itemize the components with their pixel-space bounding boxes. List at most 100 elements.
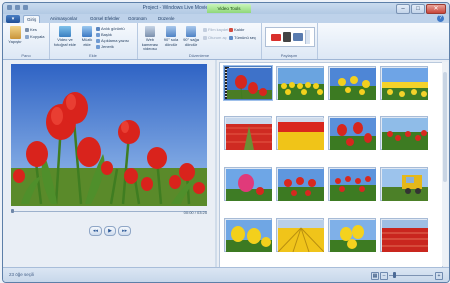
rotate-left-icon xyxy=(166,26,176,37)
previous-frame-button[interactable]: ◂◂ xyxy=(89,226,102,236)
cut-button[interactable]: Kes xyxy=(25,27,37,32)
tulips-preview-image xyxy=(11,64,207,206)
webcam-video-button[interactable]: Web kamerası videosu xyxy=(139,26,161,52)
group-label-editing: Düzenleme xyxy=(188,53,210,58)
contextual-tab-video-tools[interactable]: Video Tools xyxy=(207,4,251,13)
quick-access-toolbar xyxy=(7,5,28,10)
help-icon[interactable]: ? xyxy=(437,15,444,22)
clip-thumbnail[interactable] xyxy=(328,167,376,201)
camera-icon xyxy=(96,26,100,31)
group-share: Paylaşım xyxy=(261,23,318,59)
zoom-control: ▦ – + xyxy=(371,272,443,280)
caption-button[interactable]: Açıklama yazısı xyxy=(96,38,129,43)
clip-thumbnail[interactable] xyxy=(224,218,272,252)
zoom-slider-thumb[interactable] xyxy=(393,272,396,278)
playback-controls: ◂◂ ▶ ▸▸ xyxy=(89,226,132,236)
add-music-button[interactable]: Müzik ekle xyxy=(79,26,95,47)
monitor-icon[interactable] xyxy=(292,33,303,41)
tab-animations[interactable]: Animasyonlar xyxy=(47,15,80,23)
scrollbar-thumb[interactable] xyxy=(443,72,447,182)
clip-thumbnail[interactable] xyxy=(224,167,272,201)
clip-thumbnail[interactable] xyxy=(380,116,428,150)
rotate-left-button[interactable]: 90° sola döndür xyxy=(161,26,181,47)
clip-thumbnail[interactable] xyxy=(328,66,376,100)
group-editing: Web kamerası videosu 90° sola döndür 90°… xyxy=(137,23,262,59)
ribbon-tabs: ▾ Giriş Animasyonlar Görsel Efektler Gör… xyxy=(3,14,449,24)
clip-thumbnail[interactable] xyxy=(380,167,428,201)
clip-thumbnail[interactable] xyxy=(380,218,428,252)
save-movie-button[interactable]: Film kaydet xyxy=(203,27,228,32)
clip-thumbnail[interactable] xyxy=(276,66,324,100)
video-preview[interactable] xyxy=(11,64,207,206)
clipboard-icon xyxy=(9,26,21,39)
zoom-out-icon[interactable]: – xyxy=(380,272,388,280)
clip-thumbnail[interactable] xyxy=(276,116,324,150)
pane-splitter[interactable] xyxy=(215,60,217,267)
person-icon xyxy=(203,35,207,40)
group-label-add: Ekle xyxy=(89,53,97,58)
youtube-icon[interactable] xyxy=(270,33,281,41)
main-area: 00:00 / 03:25 ◂◂ ▶ ▸▸ xyxy=(3,60,449,268)
rotate-right-icon xyxy=(186,26,196,37)
clip-thumbnail[interactable] xyxy=(276,218,324,252)
scissors-icon xyxy=(25,27,29,32)
zoom-in-icon[interactable]: + xyxy=(435,272,443,280)
paste-button[interactable]: Yapıştır xyxy=(6,26,24,45)
tab-edit[interactable]: Düzenle xyxy=(155,15,178,23)
add-videos-button[interactable]: Video ve fotoğraf ekle xyxy=(51,26,79,47)
group-label-clipboard: Pano xyxy=(21,53,31,58)
webcam-icon xyxy=(145,26,155,37)
clip-thumbnail[interactable] xyxy=(328,116,376,150)
sign-in-button[interactable]: Oturum aç xyxy=(203,35,227,40)
status-text: 23 öğe seçili xyxy=(9,272,35,277)
title-button[interactable]: Başlık xyxy=(96,32,112,37)
window-controls: – □ ✕ xyxy=(396,4,446,14)
minimize-button[interactable]: – xyxy=(396,4,410,14)
close-button[interactable]: ✕ xyxy=(426,4,446,14)
select-all-button[interactable]: Tümünü seç xyxy=(229,35,256,40)
music-note-icon xyxy=(82,26,92,37)
remove-button[interactable]: Kaldır xyxy=(229,27,244,32)
app-menu-button[interactable]: ▾ xyxy=(6,15,20,23)
copy-icon xyxy=(25,34,29,39)
undo-icon[interactable] xyxy=(15,5,20,10)
maximize-button[interactable]: □ xyxy=(411,4,425,14)
add-video-icon xyxy=(59,26,71,37)
clip-thumbnail[interactable] xyxy=(224,116,272,150)
select-all-icon xyxy=(229,35,233,40)
status-bar: 23 öğe seçili ▦ – + xyxy=(3,267,449,282)
remove-icon xyxy=(229,27,233,32)
clip-thumbnail[interactable] xyxy=(380,66,428,100)
share-gallery[interactable] xyxy=(265,27,315,47)
snapshot-button[interactable]: Anlık görüntü xyxy=(96,26,125,31)
tab-view[interactable]: Görünüm xyxy=(125,15,150,23)
clip-thumbnail[interactable] xyxy=(328,218,376,252)
save-icon[interactable] xyxy=(7,5,12,10)
clip-thumbnail[interactable] xyxy=(224,66,272,100)
tab-visual-effects[interactable]: Görsel Efektler xyxy=(87,15,123,23)
credits-button[interactable]: Jenerik xyxy=(96,44,114,49)
device-icon[interactable] xyxy=(282,32,291,42)
film-icon xyxy=(203,27,207,32)
copy-button[interactable]: Kopyala xyxy=(25,34,44,39)
play-button[interactable]: ▶ xyxy=(103,226,117,236)
title-icon xyxy=(96,32,100,37)
title-bar: Project - Windows Live Movie Maker Video… xyxy=(3,3,449,14)
storyboard-view-icon[interactable]: ▦ xyxy=(371,272,379,280)
gallery-scroll[interactable] xyxy=(304,30,310,44)
group-clipboard: Yapıştır Kes Kopyala Pano xyxy=(3,23,50,59)
group-add: Video ve fotoğraf ekle Müzik ekle Anlık … xyxy=(49,23,138,59)
app-window: Project - Windows Live Movie Maker Video… xyxy=(2,2,450,283)
rotate-right-button[interactable]: 90° sağa döndür xyxy=(181,26,201,47)
timecode: 00:00 / 03:25 xyxy=(183,210,207,215)
storyboard xyxy=(219,62,443,268)
next-frame-button[interactable]: ▸▸ xyxy=(118,226,132,236)
storyboard-scrollbar[interactable] xyxy=(442,62,448,266)
clip-thumbnail[interactable] xyxy=(276,167,324,201)
caption-icon xyxy=(96,38,100,43)
seek-thumb[interactable] xyxy=(11,209,14,213)
redo-icon[interactable] xyxy=(23,5,28,10)
credits-icon xyxy=(96,44,100,49)
ribbon: Yapıştır Kes Kopyala Pano Video ve fotoğ… xyxy=(3,23,449,60)
group-label-share: Paylaşım xyxy=(280,53,298,58)
